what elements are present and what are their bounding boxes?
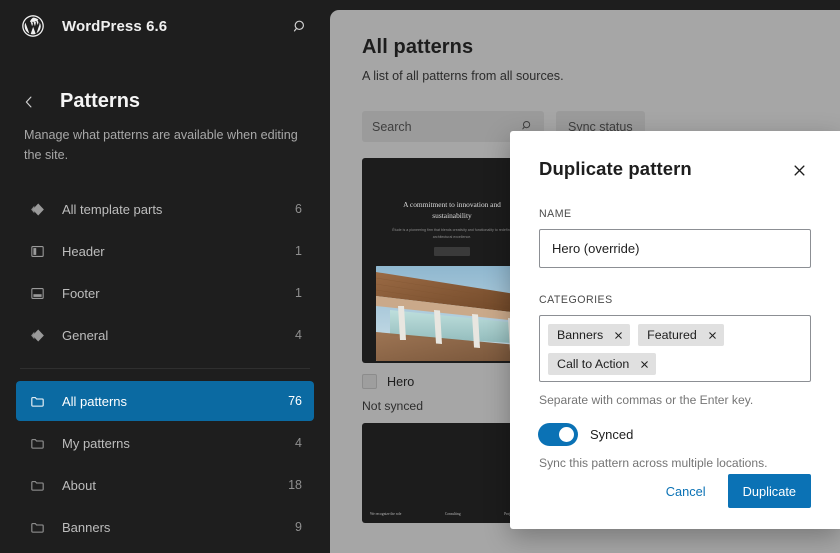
sidebar-brand-title: WordPress 6.6 (62, 17, 168, 35)
folder-icon (26, 474, 48, 496)
sidebar-navigation: All template parts 6 Header 1 Footer 1 G… (0, 189, 330, 553)
synced-toggle-label: Synced (590, 427, 634, 442)
folder-icon (26, 432, 48, 454)
category-chip[interactable]: Banners (548, 324, 631, 346)
content-subtitle: A list of all patterns from all sources. (362, 69, 564, 83)
toggle-knob (559, 427, 574, 442)
category-chip[interactable]: Call to Action (548, 353, 657, 375)
layers-icon (26, 198, 48, 220)
sidebar-item-my-patterns[interactable]: My patterns 4 (16, 423, 314, 463)
synced-toggle[interactable] (539, 424, 577, 445)
close-icon[interactable] (787, 158, 811, 182)
remove-category-icon[interactable] (638, 358, 651, 371)
sidebar-divider (20, 368, 310, 370)
pattern-name: Hero (387, 374, 415, 389)
pattern-select-checkbox[interactable] (362, 374, 377, 389)
search-input-placeholder: Search (372, 119, 412, 134)
duplicate-confirm-button[interactable]: Duplicate (727, 474, 811, 508)
wordpress-logo-icon[interactable] (20, 13, 46, 39)
sidebar-item-label: Banners (62, 519, 111, 535)
layers-icon (26, 324, 48, 346)
preview-image (376, 265, 528, 361)
sidebar-item-count: 76 (288, 394, 302, 409)
sidebar-item-count: 4 (295, 328, 302, 343)
sidebar-item-label: My patterns (62, 435, 130, 451)
folder-icon (26, 516, 48, 538)
synced-hint: Sync this pattern across multiple locati… (539, 456, 768, 470)
content-title: All patterns (362, 36, 474, 58)
preview-text: Consulting (444, 512, 461, 516)
categories-hint: Separate with commas or the Enter key. (539, 393, 754, 407)
sidebar-item-all-template-parts[interactable]: All template parts 6 (16, 189, 314, 229)
remove-category-icon[interactable] (706, 329, 719, 342)
sidebar-item-general[interactable]: General 4 (16, 315, 314, 355)
category-chip-label: Banners (557, 328, 604, 342)
preview-button (434, 246, 470, 256)
sidebar-item-label: All patterns (62, 393, 128, 409)
template-parts-group: All template parts 6 Header 1 Footer 1 G… (0, 189, 330, 355)
folder-icon (26, 390, 48, 412)
modal-actions: Cancel Duplicate (654, 474, 811, 508)
modal-header: Duplicate pattern (539, 158, 811, 182)
wordpress-site-editor: WordPress 6.6 Patterns Manage what patte… (0, 0, 840, 553)
sidebar-item-count: 1 (295, 244, 302, 259)
header-layout-icon (26, 240, 48, 262)
sidebar-item-all-patterns[interactable]: All patterns 76 (16, 381, 314, 422)
content-header: All patterns A list of all patterns from… (330, 10, 840, 83)
sidebar-item-label: About (62, 477, 96, 493)
pattern-categories-group: All patterns 76 My patterns 4 About 18 B… (0, 381, 330, 553)
synced-toggle-row: Synced (539, 424, 811, 445)
preview-heading: A commitment to innovation and sustainab… (403, 200, 501, 220)
duplicate-pattern-modal: Duplicate pattern NAME Hero (override) C… (510, 131, 840, 529)
sidebar: WordPress 6.6 Patterns Manage what patte… (0, 0, 330, 553)
sidebar-topbar: WordPress 6.6 (0, 0, 330, 52)
sidebar-item-label: General (62, 327, 109, 343)
remove-category-icon[interactable] (612, 329, 625, 342)
sidebar-header: Patterns (0, 52, 330, 113)
categories-field-label: CATEGORIES (539, 294, 613, 306)
sidebar-item-label: Header (62, 243, 105, 259)
sidebar-item-count: 1 (295, 286, 302, 301)
name-field-value: Hero (override) (552, 241, 640, 256)
sidebar-item-count: 4 (295, 436, 302, 451)
sidebar-item-about[interactable]: About 18 (16, 465, 314, 505)
page-title: Patterns (60, 90, 141, 112)
category-chip[interactable]: Featured (638, 324, 724, 346)
sidebar-item-count: 9 (295, 520, 302, 535)
sidebar-item-label: All template parts (62, 201, 163, 217)
cancel-button[interactable]: Cancel (654, 474, 718, 508)
sidebar-item-footer[interactable]: Footer 1 (16, 273, 314, 313)
preview-text: We recognize the role (370, 512, 402, 516)
sidebar-item-banners-2[interactable]: Banners 1 (16, 549, 314, 553)
category-chip-label: Call to Action (557, 357, 630, 371)
sidebar-item-count: 18 (288, 478, 302, 493)
footer-layout-icon (26, 282, 48, 304)
search-icon[interactable] (288, 14, 312, 38)
sidebar-item-banners[interactable]: Banners 9 (16, 507, 314, 547)
modal-body: Duplicate pattern NAME Hero (override) C… (510, 131, 840, 470)
preview-body: Étude is a pioneering firm that blends c… (392, 228, 512, 239)
sidebar-item-count: 6 (295, 202, 302, 217)
categories-field[interactable]: Banners Featured Call to Action (539, 315, 811, 382)
name-field[interactable]: Hero (override) (539, 229, 811, 268)
name-field-label: NAME (539, 208, 572, 220)
chevron-left-icon[interactable] (18, 91, 40, 113)
sidebar-item-label: Footer (62, 285, 100, 301)
sidebar-item-header[interactable]: Header 1 (16, 231, 314, 271)
category-chip-label: Featured (647, 328, 697, 342)
modal-title: Duplicate pattern (539, 158, 692, 179)
sidebar-description: Manage what patterns are available when … (24, 128, 298, 162)
